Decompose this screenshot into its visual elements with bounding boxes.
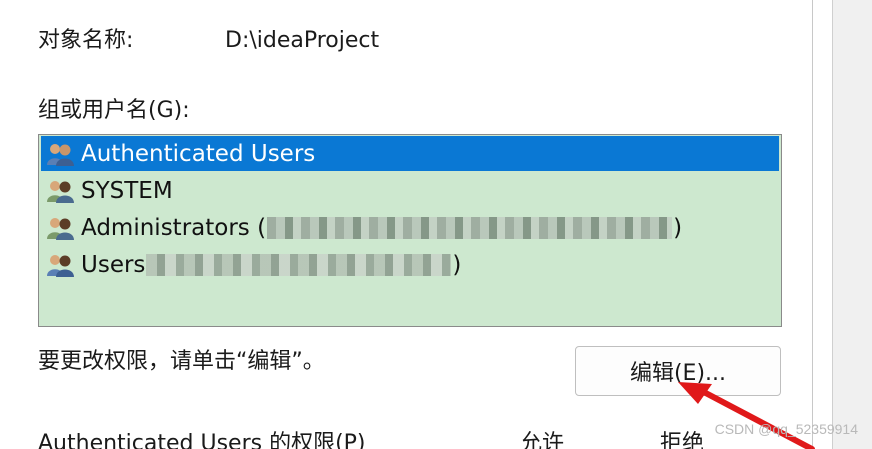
- user-list[interactable]: Authenticated Users SYSTEM Administrator…: [38, 134, 782, 327]
- user-name: Users: [81, 251, 146, 278]
- allow-column-header: 允许: [520, 431, 565, 449]
- user-group-icon: [47, 217, 74, 240]
- edit-hint-text: 要更改权限，请单击“编辑”。: [38, 349, 325, 374]
- redacted-text: [146, 253, 452, 276]
- group-or-user-names-label: 组或用户名(G):: [38, 98, 190, 123]
- deny-column-header: 拒绝: [660, 431, 705, 449]
- object-name-label: 对象名称:: [38, 28, 134, 53]
- permissions-dialog: 对象名称: D:\ideaProject 组或用户名(G): Authentic…: [0, 0, 872, 449]
- list-item-administrators[interactable]: Administrators ( ): [41, 210, 779, 245]
- user-name: SYSTEM: [81, 177, 173, 204]
- edit-button[interactable]: 编辑(E)...: [575, 346, 781, 396]
- list-item-users[interactable]: Users ): [41, 247, 779, 282]
- dialog-background-edge: [833, 0, 872, 449]
- redacted-text: [267, 216, 673, 239]
- dialog-border: [812, 0, 813, 449]
- user-name-suffix: ): [673, 214, 683, 241]
- user-group-icon: [47, 254, 74, 277]
- user-group-icon: [47, 180, 74, 203]
- user-name-suffix: ): [452, 251, 462, 278]
- user-group-icon: [47, 143, 74, 166]
- user-name: Authenticated Users: [81, 140, 316, 167]
- list-item-system[interactable]: SYSTEM: [41, 173, 779, 208]
- user-name: Administrators (: [81, 214, 267, 241]
- watermark: CSDN @qq_52359914: [714, 421, 858, 437]
- list-item-authenticated-users[interactable]: Authenticated Users: [41, 136, 779, 171]
- permissions-label: Authenticated Users 的权限(P): [38, 431, 366, 449]
- object-name-value: D:\ideaProject: [225, 28, 380, 53]
